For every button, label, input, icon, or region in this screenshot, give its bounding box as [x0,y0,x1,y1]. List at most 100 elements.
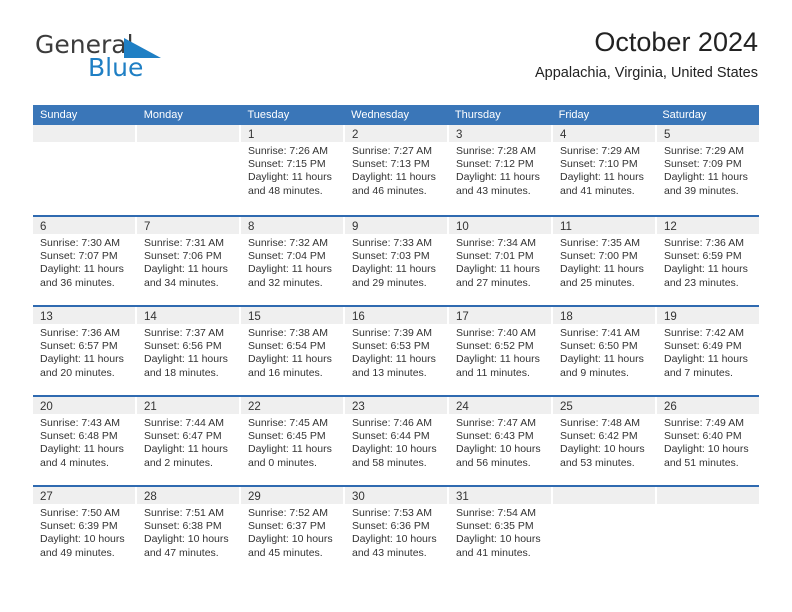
day-cell[interactable]: 21 Sunrise: 7:44 AM Sunset: 6:47 PM Dayligh… [137,397,241,485]
day-cell[interactable]: 7 Sunrise: 7:31 AM Sunset: 7:06 PM Daylight… [137,217,241,305]
sunrise-text: Sunrise: 7:30 AM [40,237,120,249]
day-sun-info: Sunrise: 7:41 AM Sunset: 6:50 PM Daylight:… [553,324,655,380]
day-cell[interactable]: 19 Sunrise: 7:42 AM Sunset: 6:49 PM Dayligh… [657,307,759,395]
daylight-text-line2: and 41 minutes. [560,184,635,197]
daylight-text-line1: Daylight: 11 hours [664,353,748,366]
day-cell[interactable]: 1 Sunrise: 7:26 AM Sunset: 7:15 PM Daylight… [241,125,345,215]
day-number-band: 15 [241,307,343,324]
day-cell[interactable]: 5 Sunrise: 7:29 AM Sunset: 7:09 PM Daylight… [657,125,759,215]
calendar-week-row: 1 Sunrise: 7:26 AM Sunset: 7:15 PM Daylight… [33,125,759,215]
weekday-header-monday: Monday [143,109,183,121]
sunrise-text: Sunrise: 7:51 AM [144,507,224,519]
day-cell[interactable]: 29 Sunrise: 7:52 AM Sunset: 6:37 PM Dayligh… [241,487,345,575]
sunset-text: Sunset: 6:42 PM [560,430,638,443]
day-cell[interactable]: 31 Sunrise: 7:54 AM Sunset: 6:35 PM Dayligh… [449,487,553,575]
day-cell[interactable]: 27 Sunrise: 7:50 AM Sunset: 6:39 PM Dayligh… [33,487,137,575]
day-cell[interactable]: 18 Sunrise: 7:41 AM Sunset: 6:50 PM Dayligh… [553,307,657,395]
day-cell[interactable]: 9 Sunrise: 7:33 AM Sunset: 7:03 PM Daylight… [345,217,449,305]
daylight-text-line1: Daylight: 10 hours [352,443,437,456]
day-cell[interactable]: 12 Sunrise: 7:36 AM Sunset: 6:59 PM Dayligh… [657,217,759,305]
daylight-text-line1: Daylight: 11 hours [144,353,228,366]
day-cell[interactable]: 2 Sunrise: 7:27 AM Sunset: 7:13 PM Daylight… [345,125,449,215]
daylight-text-line1: Daylight: 11 hours [352,353,436,366]
day-sun-info: Sunrise: 7:46 AM Sunset: 6:44 PM Daylight:… [345,414,447,470]
day-cell[interactable]: 22 Sunrise: 7:45 AM Sunset: 6:45 PM Dayligh… [241,397,345,485]
day-cell[interactable]: 6 Sunrise: 7:30 AM Sunset: 7:07 PM Daylight… [33,217,137,305]
daylight-text-line1: Daylight: 11 hours [664,263,748,276]
daylight-text-line1: Daylight: 10 hours [352,533,437,546]
daylight-text-line2: and 51 minutes. [664,456,739,469]
day-number: 15 [248,311,261,323]
day-number-band: 5 [657,125,759,142]
day-cell[interactable]: 4 Sunrise: 7:29 AM Sunset: 7:10 PM Daylight… [553,125,657,215]
day-cell[interactable]: 16 Sunrise: 7:39 AM Sunset: 6:53 PM Dayligh… [345,307,449,395]
day-cell[interactable]: 24 Sunrise: 7:47 AM Sunset: 6:43 PM Dayligh… [449,397,553,485]
day-cell[interactable]: 14 Sunrise: 7:37 AM Sunset: 6:56 PM Dayligh… [137,307,241,395]
day-cell[interactable]: 13 Sunrise: 7:36 AM Sunset: 6:57 PM Dayligh… [33,307,137,395]
day-cell[interactable]: 25 Sunrise: 7:48 AM Sunset: 6:42 PM Dayligh… [553,397,657,485]
calendar-week-row: 6 Sunrise: 7:30 AM Sunset: 7:07 PM Daylight… [33,215,759,305]
day-number-band: 11 [553,217,655,234]
day-number-band: 8 [241,217,343,234]
daylight-text-line2: and 23 minutes. [664,276,739,289]
day-cell[interactable]: 28 Sunrise: 7:51 AM Sunset: 6:38 PM Dayligh… [137,487,241,575]
day-number-band [137,125,239,142]
day-cell[interactable]: 3 Sunrise: 7:28 AM Sunset: 7:12 PM Daylight… [449,125,553,215]
sunset-text: Sunset: 6:54 PM [248,340,326,353]
day-number: 25 [560,401,573,413]
daylight-text-line1: Daylight: 11 hours [664,171,748,184]
day-sun-info: Sunrise: 7:31 AM Sunset: 7:06 PM Daylight:… [137,234,239,290]
sunset-text: Sunset: 6:40 PM [664,430,742,443]
daylight-text-line1: Daylight: 10 hours [456,533,541,546]
sunrise-text: Sunrise: 7:33 AM [352,237,432,249]
logo-text-blue: Blue [88,53,144,82]
daylight-text-line1: Daylight: 11 hours [560,171,644,184]
day-sun-info: Sunrise: 7:43 AM Sunset: 6:48 PM Daylight:… [33,414,135,470]
day-number-band: 31 [449,487,551,504]
day-cell[interactable]: 17 Sunrise: 7:40 AM Sunset: 6:52 PM Dayligh… [449,307,553,395]
day-cell[interactable]: 23 Sunrise: 7:46 AM Sunset: 6:44 PM Dayligh… [345,397,449,485]
daylight-text-line1: Daylight: 11 hours [248,443,332,456]
day-cell[interactable]: 20 Sunrise: 7:43 AM Sunset: 6:48 PM Dayligh… [33,397,137,485]
sunset-text: Sunset: 6:49 PM [664,340,742,353]
sunset-text: Sunset: 6:35 PM [456,520,534,533]
day-sun-info: Sunrise: 7:39 AM Sunset: 6:53 PM Daylight:… [345,324,447,380]
general-blue-logo[interactable]: General Blue [33,28,263,90]
day-cell[interactable]: 15 Sunrise: 7:38 AM Sunset: 6:54 PM Dayligh… [241,307,345,395]
day-cell[interactable]: 8 Sunrise: 7:32 AM Sunset: 7:04 PM Daylight… [241,217,345,305]
daylight-text-line1: Daylight: 11 hours [456,171,540,184]
daylight-text-line2: and 41 minutes. [456,546,531,559]
day-cell[interactable]: 11 Sunrise: 7:35 AM Sunset: 7:00 PM Dayligh… [553,217,657,305]
sunset-text: Sunset: 7:03 PM [352,250,430,263]
day-cell[interactable]: 30 Sunrise: 7:53 AM Sunset: 6:36 PM Dayligh… [345,487,449,575]
sunset-text: Sunset: 6:45 PM [248,430,326,443]
day-number-band: 4 [553,125,655,142]
sunset-text: Sunset: 6:56 PM [144,340,222,353]
daylight-text-line1: Daylight: 10 hours [664,443,749,456]
day-number-band: 18 [553,307,655,324]
day-cell[interactable]: 26 Sunrise: 7:49 AM Sunset: 6:40 PM Dayligh… [657,397,759,485]
calendar-weeks: 1 Sunrise: 7:26 AM Sunset: 7:15 PM Daylight… [33,125,759,575]
calendar-week-row: 13 Sunrise: 7:36 AM Sunset: 6:57 PM Dayligh… [33,305,759,395]
daylight-text-line2: and 46 minutes. [352,184,427,197]
title-block: October 2024 Appalachia, Virginia, Unite… [535,28,758,82]
day-cell[interactable]: 10 Sunrise: 7:34 AM Sunset: 7:01 PM Dayligh… [449,217,553,305]
calendar-week-row: 20 Sunrise: 7:43 AM Sunset: 6:48 PM Dayligh… [33,395,759,485]
page-header: General Blue October 2024 Appalachia, Vi… [33,28,758,96]
sunrise-text: Sunrise: 7:45 AM [248,417,328,429]
day-number: 14 [144,311,157,323]
daylight-text-line2: and 4 minutes. [40,456,109,469]
day-number: 28 [144,491,157,503]
day-cell-empty [657,487,759,575]
sunrise-text: Sunrise: 7:37 AM [144,327,224,339]
day-number: 12 [664,221,677,233]
sunset-text: Sunset: 6:48 PM [40,430,118,443]
daylight-text-line1: Daylight: 11 hours [456,263,540,276]
sunset-text: Sunset: 7:12 PM [456,158,534,171]
day-cell-empty [33,125,137,215]
daylight-text-line1: Daylight: 11 hours [560,353,644,366]
calendar-page: General Blue October 2024 Appalachia, Vi… [0,0,792,612]
day-number-band: 25 [553,397,655,414]
day-number-band: 16 [345,307,447,324]
daylight-text-line1: Daylight: 10 hours [248,533,333,546]
